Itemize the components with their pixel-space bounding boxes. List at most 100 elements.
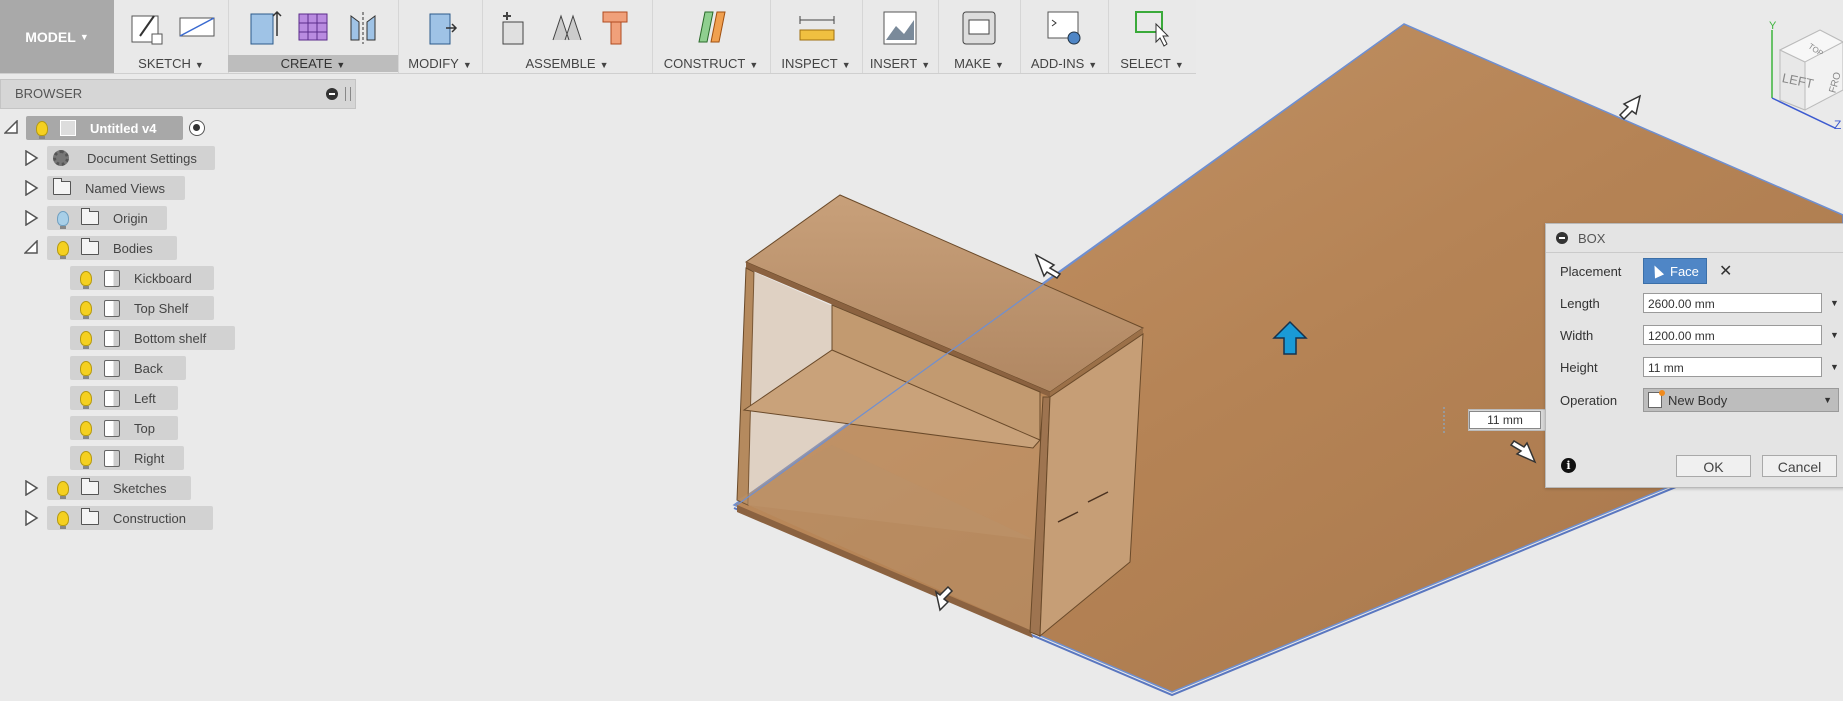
line-icon[interactable] <box>176 6 216 48</box>
face-select-button[interactable]: Face <box>1643 258 1707 284</box>
visibility-bulb-icon[interactable] <box>57 510 69 529</box>
cancel-button[interactable]: Cancel <box>1762 455 1837 477</box>
new-component-icon[interactable] <box>497 6 537 48</box>
resize-handle[interactable] <box>345 87 351 101</box>
collapsed-triangle-icon[interactable] <box>25 480 39 496</box>
as-built-joint-icon[interactable] <box>597 6 637 48</box>
extrude-icon[interactable] <box>243 6 283 48</box>
view-cube[interactable]: LEFT TOP FRO Y Z <box>1760 20 1843 132</box>
visibility-bulb-icon[interactable] <box>57 210 69 229</box>
workspace-switcher-button[interactable]: MODEL ▼ <box>0 0 114 73</box>
collapsed-triangle-icon[interactable] <box>25 510 39 526</box>
tree-pill[interactable]: Top Shelf <box>70 296 214 320</box>
assemble-menu[interactable]: ASSEMBLE ▼ <box>482 55 652 72</box>
collapsed-triangle-icon[interactable] <box>25 150 39 166</box>
dialog-header[interactable]: BOX <box>1546 224 1843 253</box>
chevron-down-icon: ▼ <box>1823 395 1832 405</box>
select-icon[interactable] <box>1132 6 1172 48</box>
collapsed-triangle-icon[interactable] <box>25 210 39 226</box>
clear-selection-icon[interactable]: ✕ <box>1719 261 1732 281</box>
cursor-icon <box>1649 263 1665 279</box>
visibility-bulb-icon[interactable] <box>57 480 69 499</box>
tree-pill[interactable]: Origin <box>47 206 167 230</box>
dimension-grip[interactable] <box>1443 407 1451 433</box>
press-pull-icon[interactable] <box>420 6 460 48</box>
tree-root-pill[interactable]: Untitled v4 <box>26 116 183 140</box>
tree-pill[interactable]: Right <box>70 446 184 470</box>
tree-pill[interactable]: Bodies <box>47 236 177 260</box>
create-menu[interactable]: CREATE ▼ <box>228 55 398 72</box>
collapse-icon[interactable] <box>326 88 338 100</box>
visibility-bulb-icon[interactable] <box>57 240 69 259</box>
visibility-bulb-icon[interactable] <box>80 390 92 409</box>
box-dialog: BOX Placement Face ✕ Length 2600.00 mm ▼… <box>1545 223 1843 488</box>
height-label: Height <box>1560 359 1598 375</box>
height-input[interactable]: 11 mm <box>1643 357 1822 377</box>
expanded-triangle-icon[interactable] <box>4 120 18 134</box>
visibility-bulb-icon[interactable] <box>80 300 92 319</box>
scripts-addins-icon[interactable] <box>1044 6 1084 48</box>
activate-radio-icon[interactable] <box>189 120 205 136</box>
expanded-triangle-icon[interactable] <box>24 240 38 254</box>
insert-group[interactable]: INSERT ▼ <box>862 0 939 73</box>
form-icon[interactable] <box>293 6 333 48</box>
browser-header: BROWSER <box>0 79 356 109</box>
tree-label: Document Settings <box>87 150 197 166</box>
modify-group[interactable]: MODIFY ▼ <box>398 0 483 73</box>
length-input[interactable]: 2600.00 mm <box>1643 293 1822 313</box>
insert-image-icon[interactable] <box>880 6 920 48</box>
height-dropdown-icon[interactable]: ▼ <box>1830 362 1839 372</box>
tree-pill[interactable]: Bottom shelf <box>70 326 235 350</box>
dimension-value[interactable]: 11 mm <box>1469 411 1541 429</box>
create-sketch-icon[interactable] <box>126 6 166 48</box>
tree-pill[interactable]: Top <box>70 416 178 440</box>
tree-pill[interactable]: Document Settings <box>47 146 215 170</box>
dimension-input[interactable]: 11 mm <box>1468 409 1546 431</box>
sketch-group[interactable]: SKETCH ▼ <box>114 0 229 73</box>
length-dropdown-icon[interactable]: ▼ <box>1830 298 1839 308</box>
tree-pill[interactable]: Sketches <box>47 476 191 500</box>
insert-menu[interactable]: INSERT ▼ <box>862 55 938 72</box>
offset-plane-icon[interactable] <box>691 6 731 48</box>
visibility-bulb-icon[interactable] <box>80 330 92 349</box>
tree-pill[interactable]: Named Views <box>47 176 185 200</box>
add-ins-group[interactable]: ADD-INS ▼ <box>1020 0 1109 73</box>
modify-menu[interactable]: MODIFY ▼ <box>398 55 482 72</box>
body-icon <box>104 389 120 407</box>
tree-pill[interactable]: Left <box>70 386 178 410</box>
assemble-group[interactable]: ASSEMBLE ▼ <box>482 0 653 73</box>
make-menu[interactable]: MAKE ▼ <box>938 55 1020 72</box>
select-group[interactable]: SELECT ▼ <box>1108 0 1196 73</box>
construct-menu[interactable]: CONSTRUCT ▼ <box>652 55 770 72</box>
measure-icon[interactable] <box>796 6 836 48</box>
width-dropdown-icon[interactable]: ▼ <box>1830 330 1839 340</box>
sketch-menu[interactable]: SKETCH ▼ <box>114 55 228 72</box>
visibility-bulb-icon[interactable] <box>80 270 92 289</box>
visibility-bulb-icon[interactable] <box>80 420 92 439</box>
create-group[interactable]: CREATE ▼ <box>228 0 399 73</box>
visibility-bulb-icon[interactable] <box>80 360 92 379</box>
tree-pill[interactable]: Back <box>70 356 186 380</box>
mirror-icon[interactable] <box>343 6 383 48</box>
inspect-group[interactable]: INSPECT ▼ <box>770 0 863 73</box>
3d-print-icon[interactable] <box>959 6 999 48</box>
visibility-bulb-icon[interactable] <box>80 450 92 469</box>
tree-pill[interactable]: Kickboard <box>70 266 214 290</box>
ok-button[interactable]: OK <box>1676 455 1751 477</box>
width-input[interactable]: 1200.00 mm <box>1643 325 1822 345</box>
body-icon <box>104 269 120 287</box>
info-icon[interactable]: i <box>1561 458 1576 473</box>
collapsed-triangle-icon[interactable] <box>25 180 39 196</box>
make-group[interactable]: MAKE ▼ <box>938 0 1021 73</box>
body-icon <box>104 299 120 317</box>
operation-select[interactable]: New Body ▼ <box>1643 388 1839 412</box>
select-menu[interactable]: SELECT ▼ <box>1108 55 1196 72</box>
tree-pill[interactable]: Construction <box>47 506 213 530</box>
construct-group[interactable]: CONSTRUCT ▼ <box>652 0 771 73</box>
add-ins-menu[interactable]: ADD-INS ▼ <box>1020 55 1108 72</box>
width-row: Width <box>1560 323 1593 347</box>
collapse-icon[interactable] <box>1556 232 1568 244</box>
visibility-bulb-icon[interactable] <box>36 120 48 139</box>
inspect-menu[interactable]: INSPECT ▼ <box>770 55 862 72</box>
joint-icon[interactable] <box>547 6 587 48</box>
